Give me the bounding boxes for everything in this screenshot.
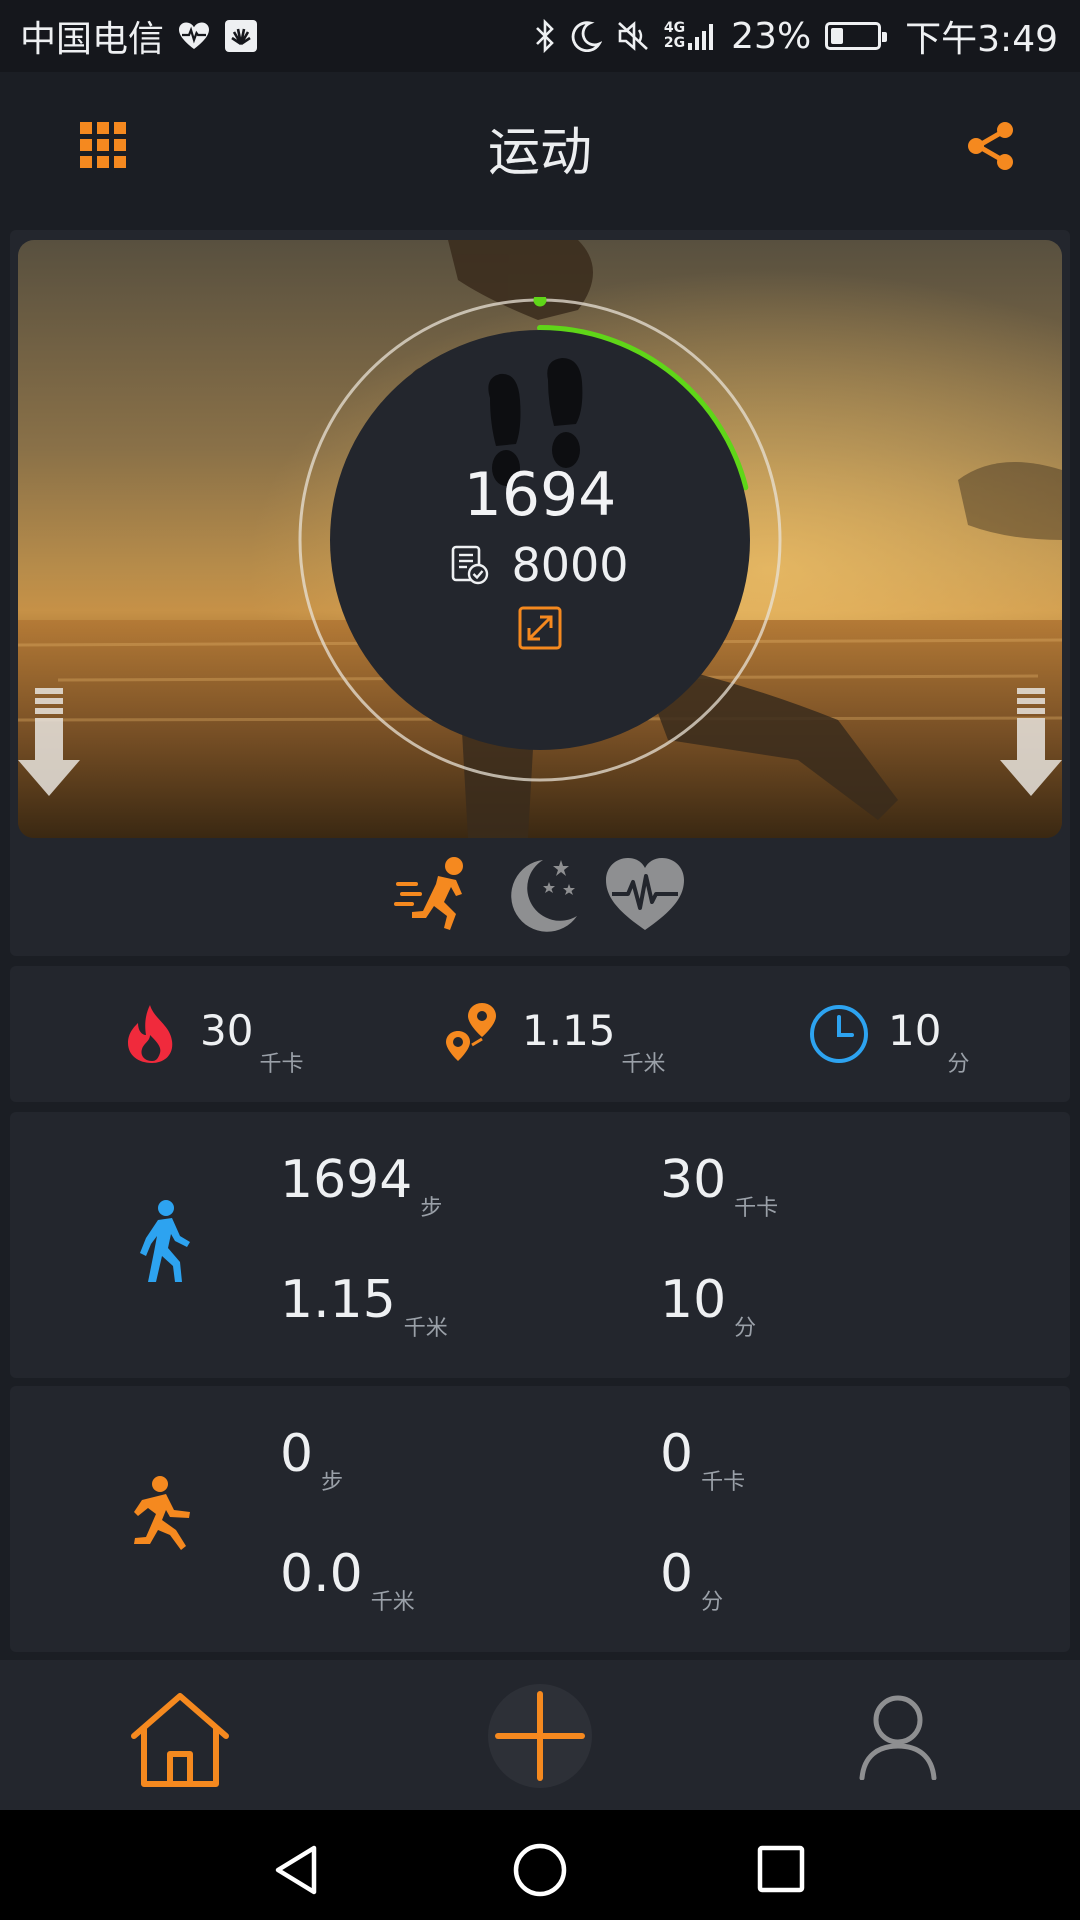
goal-icon [452,545,489,585]
walk-steps: 1694 步 [280,1150,442,1221]
status-right: 4G 2G 23% 下午3:49 [534,10,1058,62]
battery-icon [825,22,888,50]
walk-distance: 1.15 千米 [280,1270,448,1341]
running-stats-card[interactable]: 0 步 0 千卡 0.0 千米 0 分 [10,1386,1070,1652]
huawei-app-icon [225,20,258,52]
progress-start-dot [533,297,547,307]
bluetooth-icon [535,19,554,53]
walk-duration-unit: 分 [734,1316,757,1341]
moon-icon [571,21,602,52]
goal-value: 8000 [511,538,629,592]
walk-duration: 10 分 [660,1270,756,1341]
daily-summary-card: 30 千卡 1.15 千米 10 分 [10,966,1070,1102]
add-button[interactable] [488,1684,592,1788]
expand-icon[interactable] [518,606,562,650]
summary-distance-value: 1.15 [522,1005,616,1055]
run-calories-unit: 千卡 [701,1470,746,1495]
network-2g-label: 2G [663,35,686,51]
run-duration-value: 0 [660,1544,694,1604]
walk-calories: 30 千卡 [660,1150,778,1221]
run-distance-value: 0.0 [280,1544,363,1604]
grid-menu-icon[interactable] [80,122,126,168]
run-calories: 0 千卡 [660,1424,745,1495]
walk-calories-value: 30 [660,1150,727,1210]
flame-icon [128,1005,173,1063]
summary-duration-value: 10 [888,1005,942,1055]
summary-duration-unit: 分 [947,1052,970,1077]
recent-apps-icon[interactable] [756,1844,806,1894]
summary-distance: 1.15 千米 [442,966,666,1102]
run-distance-unit: 千米 [370,1590,415,1615]
run-steps-unit: 步 [321,1470,344,1495]
summary-calories: 30 千卡 [120,966,303,1102]
carrier-label: 中国电信 [20,19,165,60]
profile-icon[interactable] [858,1694,938,1780]
run-duration: 0 分 [660,1544,723,1615]
route-pin-icon [446,1003,496,1061]
steps-count: 1694 [463,460,617,530]
walk-distance-value: 1.15 [280,1270,396,1330]
summary-calories-value: 30 [200,1005,254,1055]
running-icon [134,1476,190,1550]
walk-steps-value: 1694 [280,1150,413,1210]
heart-pulse-icon[interactable] [604,854,686,936]
moon-stars-icon[interactable] [499,854,581,936]
battery-percent: 23% [731,15,812,57]
status-bar: 中国电信 4G 2G 23% 下午3:49 [0,0,1080,72]
summary-calories-unit: 千卡 [259,1052,304,1077]
system-navigation-bar [0,1810,1080,1920]
walking-icon [140,1200,190,1282]
running-mode-tab[interactable] [394,854,476,936]
bottom-nav [0,1660,1080,1810]
walk-steps-unit: 步 [420,1196,443,1221]
scroll-down-icon[interactable] [1000,688,1062,798]
run-steps-value: 0 [280,1424,314,1484]
app-header: 运动 [0,72,1080,222]
summary-duration: 10 分 [808,966,969,1102]
signal-icon [688,24,714,50]
plus-icon [495,1691,585,1781]
step-goal: 8000 [330,538,750,592]
run-duration-unit: 分 [701,1590,724,1615]
clock-icon [810,1005,868,1063]
home-circle-icon[interactable] [512,1842,568,1898]
summary-distance-unit: 千米 [621,1052,666,1077]
share-icon[interactable] [966,121,1016,171]
status-left: 中国电信 [20,10,258,62]
home-icon[interactable] [128,1692,232,1788]
network-4g-label: 4G [663,20,686,36]
run-steps: 0 步 [280,1424,343,1495]
mute-icon [618,21,648,51]
walking-stats-card[interactable]: 1694 步 30 千卡 1.15 千米 10 分 [10,1112,1070,1378]
heart-rate-icon [179,22,210,49]
page-title: 运动 [487,122,592,183]
walk-duration-value: 10 [660,1270,727,1330]
run-distance: 0.0 千米 [280,1544,415,1615]
battery-level [831,28,844,44]
network-type: 4G 2G [664,21,717,51]
walk-calories-unit: 千卡 [734,1196,779,1221]
back-icon[interactable] [270,1842,326,1898]
scroll-down-icon[interactable] [18,688,80,798]
walk-distance-unit: 千米 [403,1316,448,1341]
run-calories-value: 0 [660,1424,694,1484]
clock: 下午3:49 [905,19,1058,60]
